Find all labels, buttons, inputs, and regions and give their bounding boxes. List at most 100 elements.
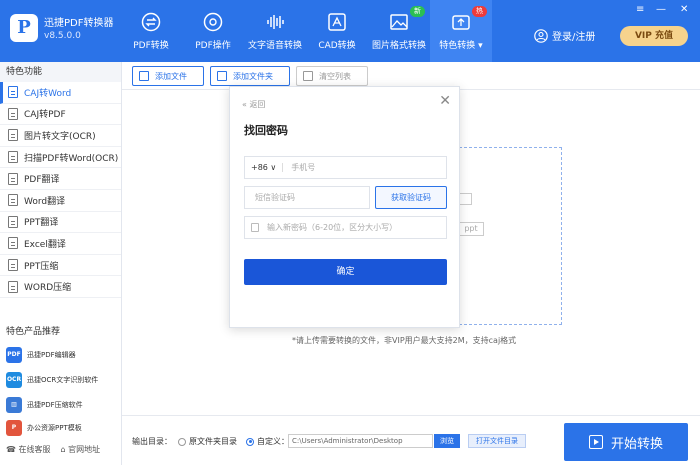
image-icon — [390, 14, 408, 30]
confirm-button[interactable]: 确定 — [244, 259, 447, 285]
website-link[interactable]: ⌂ 官网地址 — [61, 444, 101, 455]
sidebar-item-label: WORD压缩 — [24, 283, 72, 294]
compress-icon: ▥ — [6, 397, 22, 413]
sidebar-item-caj-pdf[interactable]: CAJ转PDF — [0, 104, 121, 126]
sidebar-item-excel-translate[interactable]: Excel翻译 — [0, 233, 121, 255]
sidebar-item-label: PPT翻译 — [24, 218, 59, 229]
close-icon[interactable]: ✕ — [439, 93, 451, 109]
phone-placeholder: 手机号 — [291, 163, 316, 172]
nav-label: 特色转换 ▾ — [439, 41, 483, 51]
ocr-icon: OCR — [6, 372, 22, 388]
sidebar-item-label: 图片转文字(OCR) — [24, 131, 96, 142]
back-link[interactable]: « 返回 — [242, 99, 265, 110]
sidebar-item-word-translate[interactable]: Word翻译 — [0, 190, 121, 212]
get-code-button[interactable]: 获取验证码 — [375, 186, 447, 209]
add-folder-icon — [217, 71, 227, 81]
minimize-icon[interactable]: — — [656, 4, 666, 15]
sidebar-item-label: CAJ转PDF — [24, 110, 66, 121]
sidebar-item-ppt-compress[interactable]: PPT压缩 — [0, 255, 121, 277]
footer-label: 官网地址 — [68, 445, 101, 454]
format-ppt-label: ppt — [458, 222, 484, 236]
login-button[interactable]: 登录/注册 — [534, 28, 595, 43]
add-file-button[interactable]: 添加文件 — [132, 66, 204, 86]
lock-icon — [251, 223, 259, 232]
product-pdf-compress[interactable]: ▥ 迅捷PDF压缩软件 — [6, 395, 116, 415]
sidebar-item-word-compress[interactable]: WORD压缩 — [0, 276, 121, 298]
app-logo: P — [10, 14, 38, 42]
product-ocr[interactable]: OCR 迅捷OCR文字识别软件 — [6, 370, 116, 390]
sidebar: 特色功能 CAJ转Word CAJ转PDF 图片转文字(OCR) 扫描PDF转W… — [0, 62, 122, 465]
pdf-editor-icon: PDF — [6, 347, 22, 363]
product-label: 迅捷PDF编辑器 — [27, 351, 76, 359]
main-nav: PDF转换 PDF操作 文字语音转换 CAD转换 图片格式转换 新 特色转换 ▾… — [120, 0, 492, 62]
start-convert-button[interactable]: 开始转换 — [564, 423, 688, 461]
sidebar-item-image-ocr[interactable]: 图片转文字(OCR) — [0, 125, 121, 147]
sidebar-item-label: CAJ转Word — [24, 88, 72, 99]
products-title: 特色产品推荐 — [6, 327, 61, 337]
new-password-field[interactable]: 输入新密码（6-20位，区分大小写） — [244, 216, 447, 239]
output-dir-label: 输出目录： — [132, 437, 172, 446]
nav-pdf-ops[interactable]: PDF操作 — [182, 0, 244, 62]
pdf-gear-icon — [203, 12, 223, 32]
open-folder-button[interactable]: 打开文件目录 — [468, 434, 526, 448]
user-icon — [534, 28, 548, 43]
format-box — [459, 193, 472, 205]
nav-image-format[interactable]: 图片格式转换 新 — [368, 0, 430, 62]
sidebar-item-scan-ocr[interactable]: 扫描PDF转Word(OCR) — [0, 147, 121, 169]
radio-custom-folder[interactable]: 自定义： — [246, 436, 289, 447]
document-icon — [8, 151, 18, 164]
app-version: v8.5.0.0 — [44, 31, 81, 41]
menu-icon[interactable]: ≡ — [636, 4, 644, 15]
document-icon — [8, 215, 18, 228]
button-label: 清空列表 — [319, 71, 351, 81]
sidebar-item-ppt-translate[interactable]: PPT翻译 — [0, 212, 121, 234]
sidebar-item-pdf-translate[interactable]: PDF翻译 — [0, 168, 121, 190]
radio-label: 自定义： — [257, 437, 289, 446]
sidebar-item-label: Excel翻译 — [24, 239, 66, 250]
app-name: 迅捷PDF转换器 — [44, 18, 114, 29]
product-ppt-templates[interactable]: P 办公资源PPT模板 — [6, 418, 116, 438]
output-path-input[interactable]: C:\Users\Administrator\Desktop — [288, 434, 433, 448]
radio-original-folder[interactable]: 原文件夹目录 — [178, 436, 237, 447]
sidebar-item-label: PDF翻译 — [24, 175, 60, 186]
dialog-title: 找回密码 — [244, 124, 288, 137]
close-icon[interactable]: ✕ — [680, 4, 688, 15]
swap-icon — [141, 12, 161, 32]
sidebar-section-title: 特色功能 — [0, 62, 121, 82]
ppt-icon: P — [6, 420, 22, 436]
product-label: 迅捷OCR文字识别软件 — [27, 376, 99, 384]
country-code-select[interactable]: +86 ∨ — [245, 163, 284, 172]
add-folder-button[interactable]: 添加文件夹 — [210, 66, 290, 86]
document-icon — [8, 107, 18, 120]
sidebar-footer: ☎ 在线客服 ⌂ 官网地址 — [6, 444, 100, 455]
file-drop-zone[interactable] — [459, 147, 562, 325]
product-label: 迅捷PDF压缩软件 — [27, 401, 83, 409]
password-placeholder: 输入新密码（6-20位，区分大小写） — [267, 223, 398, 232]
button-label: 添加文件夹 — [233, 71, 273, 81]
hot-badge: 热 — [472, 6, 487, 17]
sidebar-item-caj-word[interactable]: CAJ转Word — [0, 82, 121, 104]
upload-hint: *请上传需要转换的文件，非VIP用户最大支持2M，支持caj格式 — [292, 336, 517, 345]
document-icon — [8, 259, 18, 272]
nav-cad[interactable]: CAD转换 — [306, 0, 368, 62]
nav-pdf-convert[interactable]: PDF转换 — [120, 0, 182, 62]
nav-text-speech[interactable]: 文字语音转换 — [244, 0, 306, 62]
special-icon — [452, 15, 470, 30]
clear-list-button[interactable]: 清空列表 — [296, 66, 368, 86]
browse-button[interactable]: 浏览 — [434, 434, 460, 448]
cad-icon — [328, 13, 346, 31]
footer-label: 在线客服 — [18, 445, 51, 454]
add-file-icon — [139, 71, 149, 81]
online-service-link[interactable]: ☎ 在线客服 — [6, 444, 51, 455]
phone-field[interactable]: +86 ∨ 手机号 — [244, 156, 447, 179]
sidebar-item-label: PPT压缩 — [24, 261, 59, 272]
product-pdf-editor[interactable]: PDF 迅捷PDF编辑器 — [6, 345, 116, 365]
new-badge: 新 — [410, 6, 425, 17]
document-icon — [8, 129, 18, 142]
vip-button[interactable]: VIP 充值 — [620, 26, 688, 46]
app-header: P 迅捷PDF转换器 v8.5.0.0 PDF转换 PDF操作 文字语音转换 C… — [0, 0, 700, 62]
audio-wave-icon — [267, 15, 284, 29]
nav-special[interactable]: 特色转换 ▾ 热 — [430, 0, 492, 62]
document-icon — [8, 194, 18, 207]
sms-code-field[interactable]: 短信验证码 — [244, 186, 370, 209]
